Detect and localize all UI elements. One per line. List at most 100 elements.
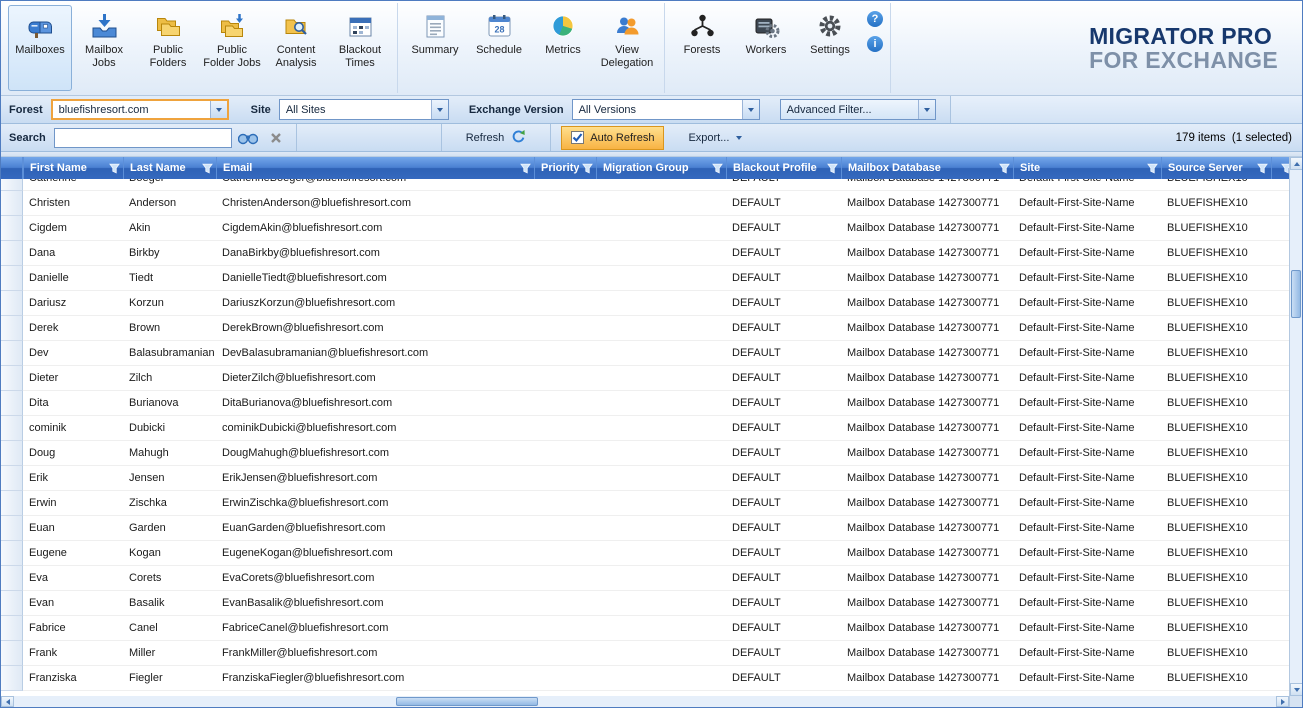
table-row[interactable]: FabriceCanelFabriceCanel@bluefishresort.… bbox=[1, 616, 1289, 641]
row-selector[interactable] bbox=[1, 516, 23, 541]
chevron-down-icon[interactable] bbox=[918, 100, 935, 119]
column-header-priority[interactable]: Priority bbox=[534, 157, 596, 179]
horizontal-scroll-thumb[interactable] bbox=[396, 697, 538, 706]
table-row[interactable]: ChristenAndersonChristenAnderson@bluefis… bbox=[1, 191, 1289, 216]
horizontal-scrollbar[interactable] bbox=[1, 696, 1302, 707]
table-row[interactable]: cominikDubickicominikDubicki@bluefishres… bbox=[1, 416, 1289, 441]
table-row[interactable]: FrankMillerFrankMiller@bluefishresort.co… bbox=[1, 641, 1289, 666]
filter-icon[interactable] bbox=[1281, 163, 1289, 174]
table-row[interactable]: FranziskaFieglerFranziskaFiegler@bluefis… bbox=[1, 666, 1289, 691]
table-row[interactable]: DanaBirkbyDanaBirkby@bluefishresort.comD… bbox=[1, 241, 1289, 266]
row-selector[interactable] bbox=[1, 666, 23, 691]
toolbar-button-summary[interactable]: Summary bbox=[403, 5, 467, 91]
row-selector[interactable] bbox=[1, 591, 23, 616]
row-selector[interactable] bbox=[1, 191, 23, 216]
vertical-scroll-track[interactable] bbox=[1290, 170, 1302, 683]
row-selector[interactable] bbox=[1, 391, 23, 416]
filter-icon[interactable] bbox=[582, 163, 593, 174]
table-row[interactable]: DevBalasubramanianDevBalasubramanian@blu… bbox=[1, 341, 1289, 366]
row-selector[interactable] bbox=[1, 179, 23, 191]
search-input[interactable] bbox=[54, 128, 232, 148]
auto-refresh-checkbox[interactable] bbox=[571, 131, 584, 144]
export-button[interactable]: Export... bbox=[678, 132, 752, 144]
exchange-version-dropdown[interactable]: All Versions bbox=[572, 99, 760, 120]
clear-search-button[interactable] bbox=[264, 127, 288, 149]
row-selector[interactable] bbox=[1, 416, 23, 441]
toolbar-button-forests[interactable]: Forests bbox=[670, 5, 734, 91]
row-selector[interactable] bbox=[1, 241, 23, 266]
filter-icon[interactable] bbox=[202, 163, 213, 174]
chevron-down-icon[interactable] bbox=[210, 101, 227, 118]
scroll-up-button[interactable] bbox=[1290, 157, 1303, 170]
row-selector[interactable] bbox=[1, 466, 23, 491]
table-row[interactable]: DieterZilchDieterZilch@bluefishresort.co… bbox=[1, 366, 1289, 391]
horizontal-scroll-track[interactable] bbox=[14, 696, 1276, 707]
row-selector[interactable] bbox=[1, 541, 23, 566]
column-header-a[interactable]: A bbox=[1271, 157, 1289, 179]
auto-refresh-toggle[interactable]: Auto Refresh bbox=[561, 126, 664, 150]
row-selector[interactable] bbox=[1, 366, 23, 391]
scroll-down-button[interactable] bbox=[1290, 683, 1303, 696]
column-header-site[interactable]: Site bbox=[1013, 157, 1161, 179]
table-row[interactable]: CatherineBoegerCatherineBoeger@bluefishr… bbox=[1, 179, 1289, 191]
row-selector[interactable] bbox=[1, 341, 23, 366]
toolbar-button-workers[interactable]: Workers bbox=[734, 5, 798, 91]
column-header-email[interactable]: Email bbox=[216, 157, 534, 179]
column-header-source-server[interactable]: Source Server bbox=[1161, 157, 1271, 179]
filter-icon[interactable] bbox=[999, 163, 1010, 174]
toolbar-button-blackout-times[interactable]: Blackout Times bbox=[328, 5, 392, 91]
help-icon[interactable]: ? bbox=[867, 11, 883, 27]
filter-icon[interactable] bbox=[1147, 163, 1158, 174]
filter-icon[interactable] bbox=[1257, 163, 1268, 174]
table-row[interactable]: EuanGardenEuanGarden@bluefishresort.comD… bbox=[1, 516, 1289, 541]
toolbar-button-mailbox-jobs[interactable]: Mailbox Jobs bbox=[72, 5, 136, 91]
table-row[interactable]: DougMahughDougMahugh@bluefishresort.comD… bbox=[1, 441, 1289, 466]
table-row[interactable]: DitaBurianovaDitaBurianova@bluefishresor… bbox=[1, 391, 1289, 416]
row-selector[interactable] bbox=[1, 291, 23, 316]
toolbar-button-schedule[interactable]: 28Schedule bbox=[467, 5, 531, 91]
column-header-blackout-profile[interactable]: Blackout Profile bbox=[726, 157, 841, 179]
chevron-down-icon[interactable] bbox=[431, 100, 448, 119]
refresh-button[interactable]: Refresh bbox=[450, 129, 543, 147]
toolbar-button-public-folders[interactable]: Public Folders bbox=[136, 5, 200, 91]
advanced-filter-dropdown[interactable]: Advanced Filter... bbox=[780, 99, 936, 120]
row-selector[interactable] bbox=[1, 441, 23, 466]
forest-dropdown[interactable]: bluefishresort.com bbox=[51, 99, 229, 120]
toolbar-button-public-folder-jobs[interactable]: Public Folder Jobs bbox=[200, 5, 264, 91]
table-row[interactable]: DariuszKorzunDariuszKorzun@bluefishresor… bbox=[1, 291, 1289, 316]
scroll-left-button[interactable] bbox=[1, 696, 14, 707]
row-selector[interactable] bbox=[1, 616, 23, 641]
row-selector[interactable] bbox=[1, 641, 23, 666]
toolbar-button-mailboxes[interactable]: Mailboxes bbox=[8, 5, 72, 91]
scroll-right-button[interactable] bbox=[1276, 696, 1289, 707]
filter-icon[interactable] bbox=[520, 163, 531, 174]
row-selector[interactable] bbox=[1, 491, 23, 516]
table-row[interactable]: DanielleTiedtDanielleTiedt@bluefishresor… bbox=[1, 266, 1289, 291]
table-row[interactable]: EugeneKoganEugeneKogan@bluefishresort.co… bbox=[1, 541, 1289, 566]
site-dropdown[interactable]: All Sites bbox=[279, 99, 449, 120]
vertical-scroll-thumb[interactable] bbox=[1291, 270, 1301, 318]
row-selector[interactable] bbox=[1, 566, 23, 591]
filter-icon[interactable] bbox=[712, 163, 723, 174]
table-row[interactable]: ErikJensenErikJensen@bluefishresort.comD… bbox=[1, 466, 1289, 491]
toolbar-button-metrics[interactable]: Metrics bbox=[531, 5, 595, 91]
column-header-mailbox-database[interactable]: Mailbox Database bbox=[841, 157, 1013, 179]
chevron-down-icon[interactable] bbox=[742, 100, 759, 119]
table-row[interactable]: DerekBrownDerekBrown@bluefishresort.comD… bbox=[1, 316, 1289, 341]
table-row[interactable]: ErwinZischkaErwinZischka@bluefishresort.… bbox=[1, 491, 1289, 516]
toolbar-button-content-analysis[interactable]: Content Analysis bbox=[264, 5, 328, 91]
vertical-scrollbar[interactable] bbox=[1289, 157, 1302, 696]
row-selector[interactable] bbox=[1, 216, 23, 241]
toolbar-button-settings[interactable]: Settings bbox=[798, 5, 862, 91]
table-row[interactable]: EvaCoretsEvaCorets@bluefishresort.comDEF… bbox=[1, 566, 1289, 591]
filter-icon[interactable] bbox=[827, 163, 838, 174]
column-header-first-name[interactable]: First Name bbox=[23, 157, 123, 179]
info-icon[interactable]: i bbox=[867, 36, 883, 52]
find-button[interactable] bbox=[236, 127, 260, 149]
row-selector[interactable] bbox=[1, 316, 23, 341]
row-selector[interactable] bbox=[1, 266, 23, 291]
toolbar-button-view-delegation[interactable]: View Delegation bbox=[595, 5, 659, 91]
column-header-migration-group[interactable]: Migration Group bbox=[596, 157, 726, 179]
table-row[interactable]: CigdemAkinCigdemAkin@bluefishresort.comD… bbox=[1, 216, 1289, 241]
filter-icon[interactable] bbox=[109, 163, 120, 174]
